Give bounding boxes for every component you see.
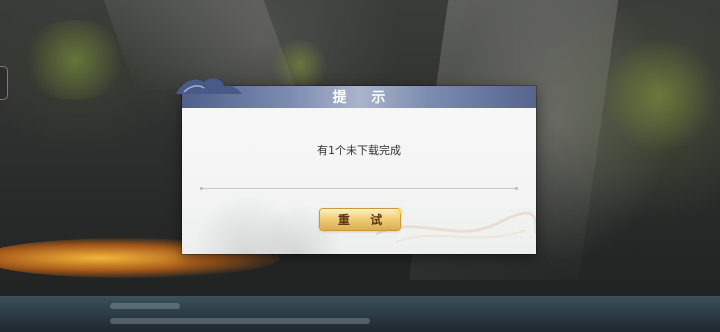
sparkle-icon: ✦ [394, 206, 404, 219]
game-scene: 提 示 有1个未下载完成 重 试 ✦ [0, 0, 720, 332]
dialog-message: 有1个未下载完成 [317, 144, 401, 157]
retry-button-label: 重 试 [337, 213, 391, 227]
tree-foliage [600, 40, 720, 150]
dialog-divider [200, 187, 518, 190]
tree-foliage [270, 40, 330, 90]
tree-foliage [20, 20, 130, 100]
bottom-hud [0, 296, 720, 332]
retry-button[interactable]: 重 试 ✦ [320, 206, 404, 230]
hud-text-placeholder [110, 303, 180, 309]
dialog-title-bar: 提 示 [176, 78, 536, 108]
dialog-title: 提 示 [332, 90, 396, 106]
cloud-wave-icon [176, 78, 242, 94]
prompt-dialog: 提 示 有1个未下载完成 重 试 ✦ [176, 78, 536, 254]
side-tab-icon[interactable] [0, 66, 8, 100]
hud-text-placeholder [110, 318, 370, 324]
